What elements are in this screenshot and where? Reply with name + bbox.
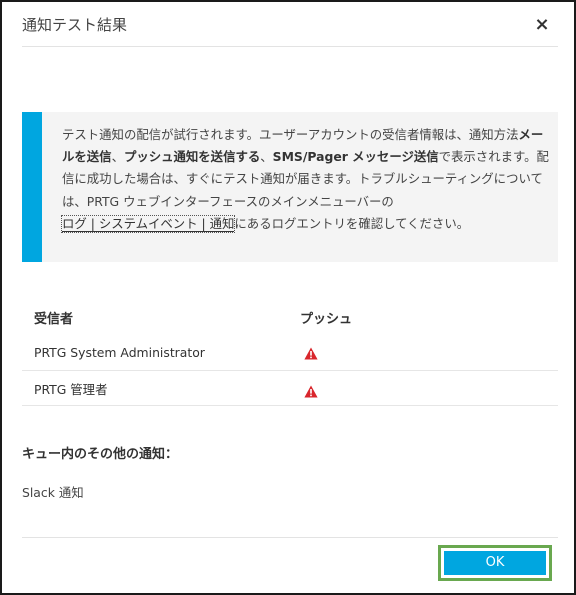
info-box: テスト通知の配信が試行されます。ユーザーアカウントの受信者情報は、通知方法メール…: [22, 112, 558, 262]
warning-icon: [304, 385, 318, 398]
info-text: テスト通知の配信が試行されます。ユーザーアカウントの受信者情報は、通知方法メール…: [60, 124, 552, 235]
recipient-column-header: 受信者: [34, 312, 74, 327]
warning-icon: [304, 347, 318, 360]
info-text-part: 、: [111, 149, 124, 165]
ok-button[interactable]: OK: [444, 551, 546, 575]
footer-divider: [22, 537, 558, 538]
recipient-name: PRTG 管理者: [34, 382, 108, 397]
notification-test-dialog: 通知テスト結果 × テスト通知の配信が試行されます。ユーザーアカウントの受信者情…: [0, 0, 576, 595]
info-text-part: 、: [260, 149, 273, 165]
ok-button-highlight: OK: [438, 545, 552, 581]
queue-section-title: キュー内のその他の通知：: [22, 447, 179, 462]
dialog-header: 通知テスト結果 ×: [2, 2, 574, 48]
dialog-title: 通知テスト結果: [22, 16, 128, 34]
push-column-header: プッシュ: [300, 312, 353, 327]
close-button[interactable]: ×: [532, 15, 552, 35]
table-row: PRTG 管理者: [22, 371, 558, 406]
queue-item-slack: Slack 通知: [22, 485, 84, 500]
info-text-part: にあるログエントリを確認してください。: [234, 215, 470, 231]
info-text-part: テスト通知の配信が試行されます。ユーザーアカウントの受信者情報は、通知方法: [62, 127, 519, 142]
recipient-name: PRTG System Administrator: [34, 345, 205, 360]
info-send-sms-label: SMS/Pager メッセージ送信: [272, 149, 439, 165]
header-divider: [22, 46, 558, 47]
log-system-events-link[interactable]: ログ | システムイベント | 通知: [60, 214, 236, 233]
info-send-push-label: プッシュ通知を送信する: [123, 149, 261, 165]
table-row: PRTG System Administrator: [22, 336, 558, 371]
